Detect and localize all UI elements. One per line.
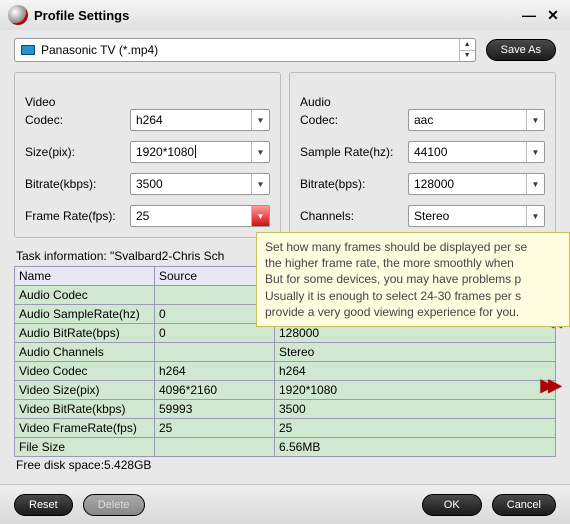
- table-cell: Audio Channels: [15, 343, 155, 362]
- chevron-down-icon[interactable]: ▼: [526, 174, 544, 194]
- audio-codec-label: Codec:: [300, 113, 408, 127]
- table-row[interactable]: Video Size(pix)4096*21601920*1080: [15, 381, 556, 400]
- audio-legend: Audio: [300, 95, 545, 109]
- chevron-down-icon[interactable]: ▼: [526, 206, 544, 226]
- chevron-down-icon[interactable]: ▼: [460, 51, 475, 62]
- table-cell: Video FrameRate(fps): [15, 419, 155, 438]
- profile-row: Panasonic TV (*.mp4) ▲ ▼ Save As: [0, 30, 570, 70]
- table-cell: 4096*2160: [155, 381, 275, 400]
- audio-group: Audio Codec: aac▼ Sample Rate(hz): 44100…: [289, 72, 556, 238]
- table-row[interactable]: File Size 6.56MB: [15, 438, 556, 457]
- cancel-button[interactable]: Cancel: [492, 494, 556, 516]
- audio-br-label: Bitrate(bps):: [300, 177, 408, 191]
- table-cell: [155, 343, 275, 362]
- profile-select[interactable]: Panasonic TV (*.mp4) ▲ ▼: [14, 38, 476, 62]
- table-cell: [155, 438, 275, 457]
- minimize-button[interactable]: —: [520, 6, 538, 24]
- video-size-label: Size(pix):: [25, 145, 130, 159]
- table-cell: Video Size(pix): [15, 381, 155, 400]
- table-cell: Video Codec: [15, 362, 155, 381]
- chevron-up-icon[interactable]: ▲: [460, 39, 475, 51]
- window-title: Profile Settings: [34, 8, 514, 23]
- fps-tooltip: Set how many frames should be displayed …: [256, 232, 570, 327]
- footer: Reset Delete OK Cancel: [0, 484, 570, 524]
- video-bitrate-label: Bitrate(kbps):: [25, 177, 130, 191]
- video-bitrate-select[interactable]: 3500▼: [130, 173, 270, 195]
- table-cell: 6.56MB: [275, 438, 556, 457]
- app-icon: [8, 5, 28, 25]
- audio-codec-select[interactable]: aac▼: [408, 109, 545, 131]
- tv-icon: [21, 45, 35, 55]
- table-cell: 25: [155, 419, 275, 438]
- table-cell: 25: [275, 419, 556, 438]
- chevron-down-icon[interactable]: ▼: [526, 110, 544, 130]
- table-cell: Audio SampleRate(hz): [15, 305, 155, 324]
- video-legend: Video: [25, 95, 270, 109]
- profile-spinner[interactable]: ▲ ▼: [459, 39, 475, 61]
- table-cell: Audio Codec: [15, 286, 155, 305]
- audio-sr-label: Sample Rate(hz):: [300, 145, 408, 159]
- table-cell: h264: [155, 362, 275, 381]
- video-codec-label: Codec:: [25, 113, 130, 127]
- chevron-down-icon[interactable]: ▼: [251, 174, 269, 194]
- table-cell: 3500: [275, 400, 556, 419]
- table-cell: Stereo: [275, 343, 556, 362]
- video-size-select[interactable]: 1920*1080▼: [130, 141, 270, 163]
- table-row[interactable]: Video FrameRate(fps)2525: [15, 419, 556, 438]
- video-codec-select[interactable]: h264▼: [130, 109, 270, 131]
- table-cell: Video BitRate(kbps): [15, 400, 155, 419]
- video-group: Video Codec: h264▼ Size(pix): 1920*1080▼…: [14, 72, 281, 238]
- chevron-down-icon[interactable]: ▼: [251, 110, 269, 130]
- col-name[interactable]: Name: [15, 267, 155, 286]
- table-row[interactable]: Video BitRate(kbps)599933500: [15, 400, 556, 419]
- audio-sr-select[interactable]: 44100▼: [408, 141, 545, 163]
- video-fps-label: Frame Rate(fps):: [25, 209, 130, 223]
- table-row[interactable]: Video Codech264h264: [15, 362, 556, 381]
- table-cell: 1920*1080: [275, 381, 556, 400]
- audio-ch-label: Channels:: [300, 209, 408, 223]
- table-cell: Audio BitRate(bps): [15, 324, 155, 343]
- chevron-down-icon[interactable]: ▼: [526, 142, 544, 162]
- table-cell: File Size: [15, 438, 155, 457]
- delete-button: Delete: [83, 494, 145, 516]
- next-task-button[interactable]: ▶▶: [540, 375, 556, 396]
- chevron-down-icon[interactable]: ▼: [251, 206, 269, 226]
- ok-button[interactable]: OK: [422, 494, 482, 516]
- reset-button[interactable]: Reset: [14, 494, 73, 516]
- audio-br-select[interactable]: 128000▼: [408, 173, 545, 195]
- free-disk-space: Free disk space:5.428GB: [14, 457, 556, 472]
- table-cell: h264: [275, 362, 556, 381]
- video-fps-select[interactable]: 25▼: [130, 205, 270, 227]
- audio-ch-select[interactable]: Stereo▼: [408, 205, 545, 227]
- profile-label: Panasonic TV (*.mp4): [41, 43, 158, 57]
- close-button[interactable]: ✕: [544, 6, 562, 24]
- save-as-button[interactable]: Save As: [486, 39, 556, 61]
- table-row[interactable]: Audio Channels Stereo: [15, 343, 556, 362]
- table-cell: 59993: [155, 400, 275, 419]
- titlebar: Profile Settings — ✕: [0, 0, 570, 30]
- chevron-down-icon[interactable]: ▼: [251, 142, 269, 162]
